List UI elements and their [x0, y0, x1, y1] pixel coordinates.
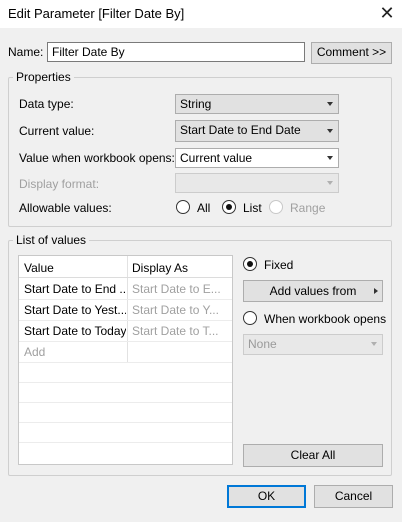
radio-list-label: List: [243, 201, 262, 215]
table-row-display[interactable]: Start Date to T...: [132, 324, 230, 338]
when-workbook-opens-select: None: [243, 334, 383, 355]
radio-fixed-label: Fixed: [264, 258, 294, 272]
cancel-button[interactable]: Cancel: [314, 485, 393, 508]
row-divider: [19, 442, 232, 443]
current-value-select[interactable]: Start Date to End Date: [175, 120, 339, 142]
comment-button[interactable]: Comment >>: [311, 42, 392, 64]
table-row-display[interactable]: Start Date to E...: [132, 282, 230, 296]
ok-button[interactable]: OK: [227, 485, 306, 508]
header-divider: [19, 277, 232, 278]
table-row-display[interactable]: Start Date to Y...: [132, 303, 230, 317]
workbook-opens-select[interactable]: Current value: [175, 148, 339, 168]
display-format-select: [175, 173, 339, 193]
row-divider: [19, 320, 232, 321]
add-values-from-label: Add values from: [269, 284, 357, 298]
add-values-from-button[interactable]: Add values from: [243, 280, 383, 302]
chevron-down-icon: [371, 342, 377, 346]
row-divider: [19, 299, 232, 300]
table-row-value[interactable]: Start Date to Yest...: [24, 303, 126, 317]
row-divider: [19, 422, 232, 423]
workbook-opens-label: Value when workbook opens:: [19, 151, 175, 165]
current-value-label: Current value:: [19, 124, 95, 138]
workbook-opens-value: Current value: [180, 151, 253, 165]
radio-range: [269, 200, 283, 214]
radio-range-label: Range: [290, 201, 326, 215]
window-title: Edit Parameter [Filter Date By]: [8, 6, 185, 21]
column-header-display-as[interactable]: Display As: [132, 261, 230, 275]
close-icon[interactable]: ✕: [374, 2, 400, 24]
radio-fixed[interactable]: [243, 257, 257, 271]
column-header-value[interactable]: Value: [24, 261, 124, 275]
properties-group-title: Properties: [13, 70, 74, 84]
row-divider: [19, 402, 232, 403]
name-label: Name:: [8, 45, 44, 59]
table-row-value[interactable]: Start Date to Today: [24, 324, 126, 338]
chevron-down-icon: [327, 129, 333, 133]
row-divider: [19, 362, 232, 363]
data-type-value: String: [180, 97, 212, 111]
row-divider: [19, 341, 232, 342]
chevron-down-icon: [327, 181, 333, 185]
chevron-down-icon: [327, 102, 333, 106]
when-workbook-opens-value: None: [248, 337, 277, 351]
radio-when-workbook-opens-label: When workbook opens: [264, 312, 387, 326]
current-value-value: Start Date to End Date: [180, 123, 301, 137]
row-divider: [19, 382, 232, 383]
chevron-right-icon: [374, 288, 378, 294]
add-row-placeholder[interactable]: Add: [24, 345, 124, 359]
radio-when-workbook-opens[interactable]: [243, 311, 257, 325]
table-row-value[interactable]: Start Date to End ...: [24, 282, 126, 296]
list-of-values-group-title: List of values: [13, 233, 90, 247]
allowable-values-label: Allowable values:: [19, 201, 112, 215]
radio-list[interactable]: [222, 200, 236, 214]
data-type-select[interactable]: String: [175, 94, 339, 114]
column-divider: [127, 256, 128, 362]
data-type-label: Data type:: [19, 97, 74, 111]
display-format-label: Display format:: [19, 177, 100, 191]
radio-all-label: All: [197, 201, 211, 215]
name-input[interactable]: Filter Date By: [47, 42, 305, 62]
chevron-down-icon: [327, 156, 333, 160]
clear-all-button[interactable]: Clear All: [243, 444, 383, 467]
radio-all[interactable]: [176, 200, 190, 214]
